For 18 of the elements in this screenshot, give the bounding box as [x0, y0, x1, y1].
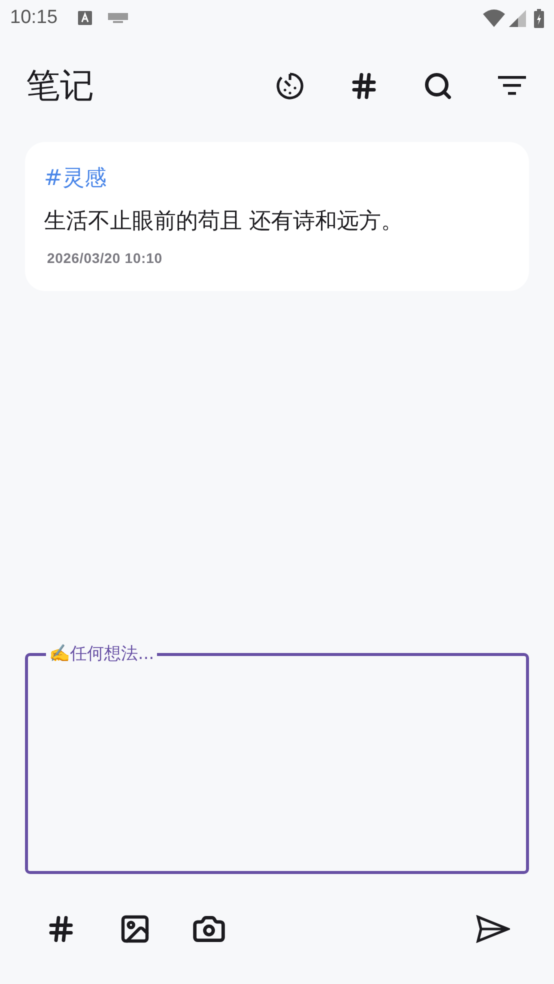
keyboard-badge-icon: [78, 11, 92, 25]
note-tag[interactable]: #灵感: [44, 162, 106, 195]
note-text: 生活不止眼前的苟且 还有诗和远方。: [44, 208, 404, 236]
note-card[interactable]: #灵感 生活不止眼前的苟且 还有诗和远方。 2026/03/20 10:10: [25, 142, 529, 291]
filter-icon: [498, 76, 526, 96]
image-icon: [119, 913, 151, 945]
send-icon: [476, 915, 510, 943]
search-icon: [423, 71, 453, 101]
wifi-icon: [483, 9, 505, 27]
battery-icon: [534, 8, 544, 28]
status-time: 10:15: [10, 6, 58, 30]
keyboard-icon: [108, 13, 128, 23]
field-label: ✍任何想法...: [49, 644, 154, 664]
signal-icon: [509, 10, 526, 26]
note-input-field[interactable]: ✍任何想法...: [25, 642, 529, 874]
note-date: 2026/03/20 10:10: [47, 249, 164, 268]
timer-icon: [276, 72, 304, 100]
page-title: 笔记: [26, 64, 95, 108]
